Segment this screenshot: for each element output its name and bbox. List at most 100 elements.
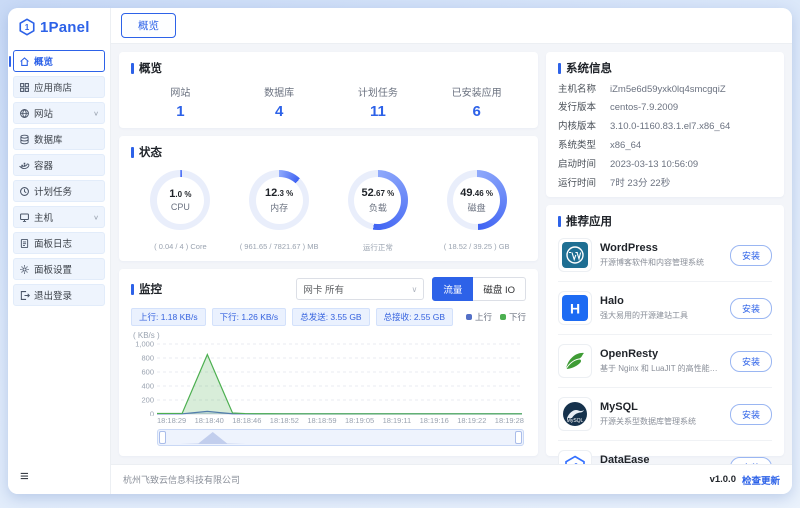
app-name: Halo bbox=[600, 295, 688, 307]
gauge-label: 内存 bbox=[270, 201, 288, 214]
tab-overview[interactable]: 概览 bbox=[121, 13, 176, 38]
monitor-mode-buttons: 流量 磁盘 IO bbox=[432, 277, 526, 301]
legend-dot-icon bbox=[500, 314, 506, 320]
openresty-icon bbox=[558, 344, 592, 378]
x-axis-label: 18:18:29 bbox=[157, 416, 186, 425]
donut-ring: 1.0 % CPU bbox=[150, 170, 210, 230]
chevron-down-icon: ∨ bbox=[93, 213, 99, 220]
system-info-row: 内核版本 3.10.0-1160.83.1.el7.x86_64 bbox=[558, 121, 772, 132]
sidebar-collapse-button[interactable]: ≡ bbox=[8, 461, 110, 494]
logo-text: 1Panel bbox=[40, 19, 90, 36]
x-axis-label: 18:19:28 bbox=[495, 416, 524, 425]
svg-text:600: 600 bbox=[141, 368, 154, 377]
1panel-logo-icon: 1 bbox=[18, 18, 36, 36]
install-button[interactable]: 安装 bbox=[730, 351, 772, 372]
logo[interactable]: 1 1Panel bbox=[8, 8, 110, 44]
legend-item-下行[interactable]: 下行 bbox=[500, 311, 526, 323]
x-axis-label: 18:18:46 bbox=[232, 416, 261, 425]
recommended-apps-title: 推荐应用 bbox=[558, 213, 772, 229]
nic-select[interactable]: 网卡 所有 ∨ bbox=[296, 278, 424, 300]
wordpress-icon bbox=[558, 238, 592, 272]
system-info-value: 7时 23分 22秒 bbox=[610, 178, 670, 189]
sidebar-item-appstore[interactable]: 应用商店 ∨ bbox=[13, 76, 105, 98]
stat-tag: 总发送: 3.55 GB bbox=[292, 308, 369, 326]
svg-text:MySQL: MySQL bbox=[567, 418, 584, 424]
install-button[interactable]: 安装 bbox=[730, 404, 772, 425]
stat-item: 已安装应用 6 bbox=[427, 84, 526, 120]
stat-tag: 下行: 1.26 KB/s bbox=[212, 308, 287, 326]
donut-ring: 49.46 % 磁盘 bbox=[447, 170, 507, 230]
gauge-detail: 运行正常 bbox=[363, 242, 393, 253]
app-name: WordPress bbox=[600, 242, 704, 254]
halo-icon: H bbox=[558, 291, 592, 325]
check-update-link[interactable]: 检查更新 bbox=[742, 473, 780, 487]
system-info-label: 主机名称 bbox=[558, 84, 610, 95]
stat-value[interactable]: 4 bbox=[230, 103, 329, 120]
system-info-label: 系统类型 bbox=[558, 140, 610, 151]
sidebar-item-settings[interactable]: 面板设置 ∨ bbox=[13, 258, 105, 280]
datazoom-handle-left[interactable] bbox=[159, 431, 166, 444]
overview-card: 概览 网站 1 数据库 4 bbox=[119, 52, 538, 128]
disk-io-button[interactable]: 磁盘 IO bbox=[473, 277, 526, 301]
sidebar-nav: 概览 ∨ 应用商店 ∨ 网站 ∨ bbox=[8, 44, 110, 461]
stat-item: 计划任务 11 bbox=[329, 84, 428, 120]
stat-value[interactable]: 1 bbox=[131, 103, 230, 120]
install-button[interactable]: 安装 bbox=[730, 245, 772, 266]
home-icon bbox=[19, 56, 30, 67]
app-list: WordPress 开源博客软件和内容管理系统 安装 H Halo bbox=[558, 229, 772, 493]
settings-icon bbox=[19, 264, 30, 275]
right-column: 系统信息 主机名称 iZm5e6d59yxk0lq4smcgqiZ 发行版本 bbox=[546, 52, 784, 456]
cronjob-icon bbox=[19, 186, 30, 197]
stat-value[interactable]: 11 bbox=[329, 103, 428, 120]
svg-text:0: 0 bbox=[150, 410, 154, 417]
gauge-label: 负载 bbox=[369, 201, 387, 214]
gauge-detail: ( 961.65 / 7821.67 ) MB bbox=[240, 242, 319, 251]
overview-title: 概览 bbox=[131, 60, 526, 76]
footer-company: 杭州飞致云信息科技有限公司 bbox=[123, 473, 240, 486]
website-icon bbox=[19, 108, 30, 119]
topbar: 概览 bbox=[111, 8, 792, 44]
svg-text:1: 1 bbox=[25, 23, 30, 32]
sidebar-item-cronjob[interactable]: 计划任务 ∨ bbox=[13, 180, 105, 202]
svg-text:800: 800 bbox=[141, 354, 154, 363]
system-info-value: centos-7.9.2009 bbox=[610, 102, 678, 113]
x-axis-label: 18:18:40 bbox=[195, 416, 224, 425]
legend-dot-icon bbox=[466, 314, 472, 320]
chevron-down-icon: ∨ bbox=[411, 285, 417, 294]
logs-icon bbox=[19, 238, 30, 249]
sidebar-item-database[interactable]: 数据库 ∨ bbox=[13, 128, 105, 150]
x-axis-label: 18:19:22 bbox=[457, 416, 486, 425]
sidebar-item-logout[interactable]: 退出登录 ∨ bbox=[13, 284, 105, 306]
system-info-row: 主机名称 iZm5e6d59yxk0lq4smcgqiZ bbox=[558, 84, 772, 95]
sidebar-item-host[interactable]: 主机 ∨ bbox=[13, 206, 105, 228]
datazoom-slider[interactable] bbox=[157, 429, 524, 446]
x-axis-label: 18:19:16 bbox=[420, 416, 449, 425]
traffic-button[interactable]: 流量 bbox=[432, 277, 473, 301]
gauge-value: 52.67 % bbox=[362, 187, 395, 199]
main-area: 概览 概览 网站 1 bbox=[110, 8, 792, 494]
system-info-value: x86_64 bbox=[610, 140, 641, 151]
svg-text:200: 200 bbox=[141, 396, 154, 405]
stat-tag: 上行: 1.18 KB/s bbox=[131, 308, 206, 326]
sidebar-item-container[interactable]: 容器 ∨ bbox=[13, 154, 105, 176]
gauge-label: 磁盘 bbox=[468, 201, 486, 214]
sidebar-item-website[interactable]: 网站 ∨ bbox=[13, 102, 105, 124]
system-info-label: 启动时间 bbox=[558, 159, 610, 170]
app-description: 开源关系型数据库管理系统 bbox=[600, 416, 696, 427]
sidebar-item-home[interactable]: 概览 ∨ bbox=[13, 50, 105, 72]
monitor-title: 监控 bbox=[131, 281, 162, 297]
stat-value[interactable]: 6 bbox=[427, 103, 526, 120]
x-axis-label: 18:18:52 bbox=[270, 416, 299, 425]
app-row: WordPress 开源博客软件和内容管理系统 安装 bbox=[558, 229, 772, 282]
system-info-row: 系统类型 x86_64 bbox=[558, 140, 772, 151]
app-row: H Halo 强大易用的开源建站工具 安装 bbox=[558, 282, 772, 335]
database-icon bbox=[19, 134, 30, 145]
app-window: 1 1Panel 概览 ∨ 应用商店 ∨ bbox=[8, 8, 792, 494]
stat-tag: 总接收: 2.55 GB bbox=[376, 308, 453, 326]
legend-item-上行[interactable]: 上行 bbox=[466, 311, 492, 323]
install-button[interactable]: 安装 bbox=[730, 298, 772, 319]
x-axis-labels: 18:18:2918:18:4018:18:4618:18:5218:18:59… bbox=[157, 416, 524, 425]
datazoom-handle-right[interactable] bbox=[515, 431, 522, 444]
sidebar-item-logs[interactable]: 面板日志 ∨ bbox=[13, 232, 105, 254]
system-info-label: 发行版本 bbox=[558, 102, 610, 113]
